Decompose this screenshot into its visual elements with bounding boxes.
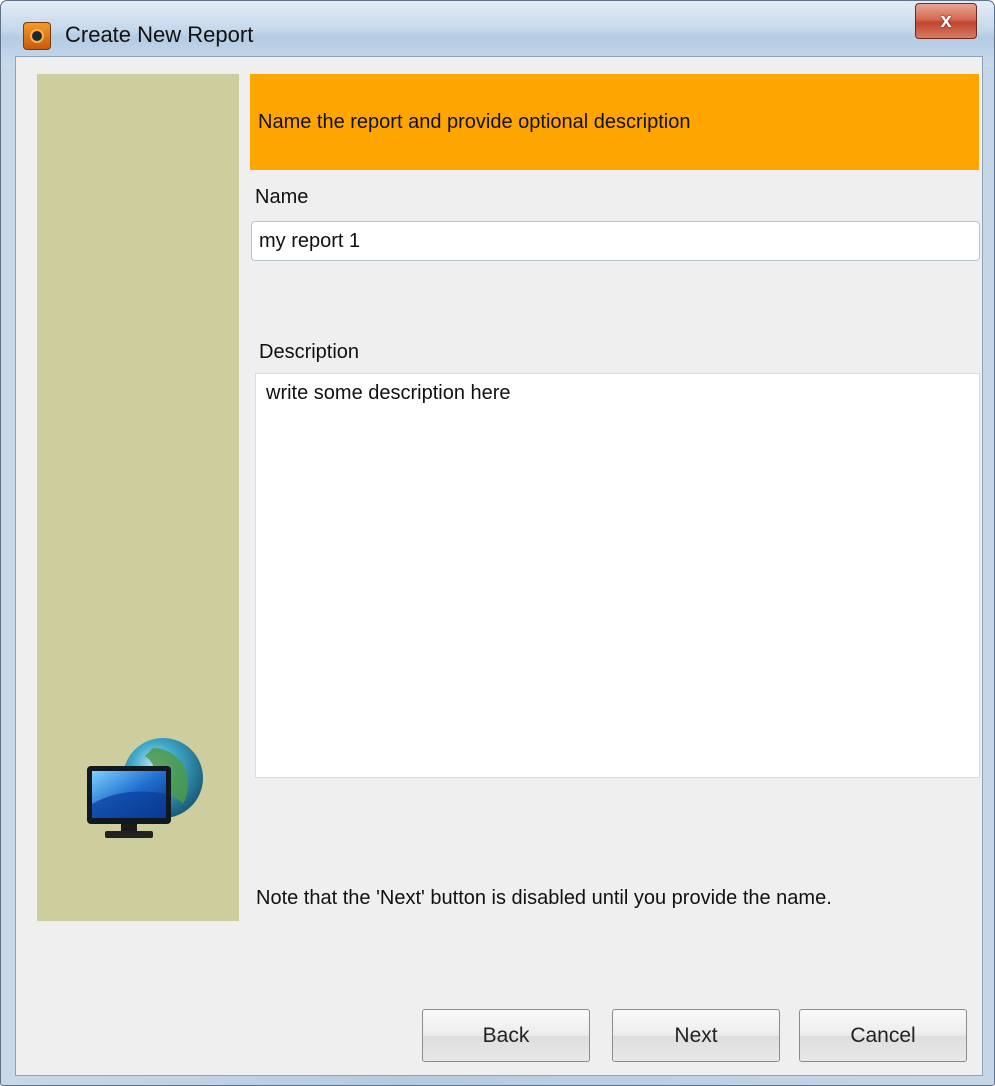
close-button[interactable]: x [915,3,977,39]
description-label: Description [259,341,360,363]
monitor-globe-icon [87,738,203,838]
description-textarea[interactable]: write some description here [255,373,980,778]
dialog-content: Name the report and provide optional des… [15,56,983,1076]
next-button[interactable]: Next [612,1009,780,1062]
name-label: Name [255,186,309,208]
dialog-window: Create New Report x Name the report and … [0,0,995,1086]
back-button[interactable]: Back [422,1009,590,1062]
instruction-text: Name the report and provide optional des… [258,110,691,133]
window-title: Create New Report [65,22,254,47]
app-icon [23,22,51,50]
instruction-banner: Name the report and provide optional des… [250,74,979,170]
cancel-button[interactable]: Cancel [799,1009,967,1062]
close-icon: x [940,9,952,32]
hint-note: Note that the 'Next' button is disabled … [256,887,832,909]
side-panel [37,74,239,921]
name-input[interactable] [251,221,980,261]
